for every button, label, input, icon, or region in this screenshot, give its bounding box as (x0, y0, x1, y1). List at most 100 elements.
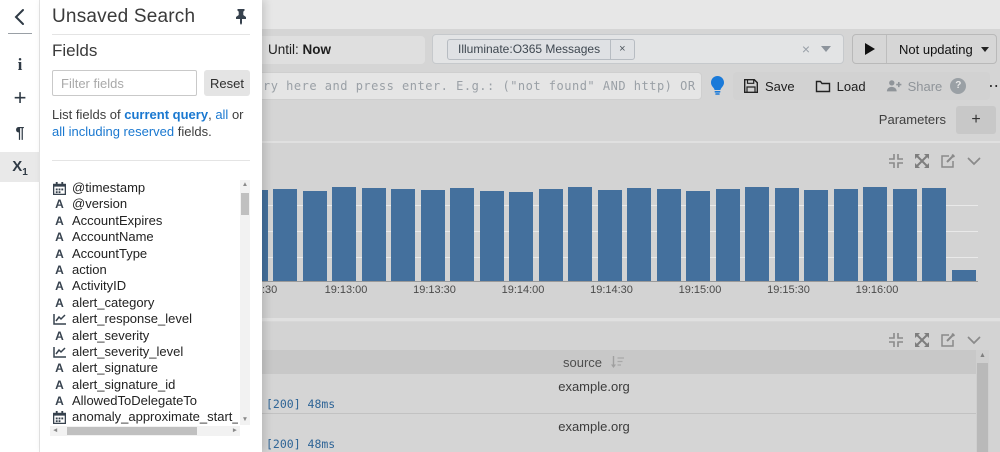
divider (52, 160, 250, 161)
histogram-bar[interactable] (421, 190, 445, 281)
sidebar-item-create[interactable]: + (0, 84, 40, 114)
all-fields-link[interactable]: all (215, 107, 228, 122)
all-reserved-link[interactable]: all including reserved (52, 124, 174, 139)
histogram-bar[interactable] (627, 188, 651, 281)
message-row[interactable]: example.org[200] 48ms (246, 374, 976, 414)
histogram-bar[interactable] (598, 190, 622, 281)
compress-icon[interactable] (888, 153, 904, 169)
field-item[interactable]: AAccountType (52, 246, 238, 262)
message-row[interactable]: example.org[200] 48ms (246, 414, 976, 452)
table-scrollbar[interactable]: ▲ (976, 350, 989, 452)
field-item[interactable]: AAllowedToDelegateTo (52, 393, 238, 409)
histogram-bar[interactable] (804, 190, 828, 281)
field-item[interactable]: Aalert_category (52, 295, 238, 311)
streams-select[interactable]: Illuminate:O365 Messages × × (432, 34, 844, 64)
histogram-bar[interactable] (450, 188, 474, 281)
more-options-button[interactable]: ⋯ (976, 76, 1000, 96)
field-name: AccountName (72, 229, 154, 245)
field-item[interactable]: Aaction (52, 262, 238, 278)
histogram-bar[interactable] (480, 191, 504, 281)
histogram-bar[interactable] (834, 189, 858, 281)
scrollbar-thumb[interactable] (241, 193, 249, 215)
x-axis-tick: 19:15:00 (679, 284, 722, 296)
histogram-bar[interactable] (745, 187, 769, 281)
histogram-bar[interactable] (775, 188, 799, 281)
field-item[interactable]: AAccountExpires (52, 213, 238, 229)
histogram-bar[interactable] (922, 188, 946, 281)
histogram-bar[interactable] (568, 187, 592, 281)
histogram-bar[interactable] (657, 189, 681, 281)
collapse-chevron-icon[interactable] (966, 153, 982, 169)
share-button[interactable]: Share ? (876, 72, 977, 100)
remove-stream-button[interactable]: × (610, 40, 633, 59)
parameters-label: Parameters (846, 112, 946, 127)
sidebar-item-formatting[interactable]: ¶ (0, 119, 40, 149)
histogram-bar[interactable] (539, 189, 563, 281)
field-item[interactable]: AAccountName (52, 229, 238, 245)
refresh-status-label[interactable]: Not updating (899, 42, 973, 57)
collapse-chevron-icon[interactable] (966, 332, 982, 348)
field-name: alert_signature (72, 360, 158, 376)
histogram-bar[interactable] (303, 191, 327, 281)
field-item[interactable]: Aalert_signature (52, 360, 238, 376)
collapse-sidebar-button[interactable] (10, 7, 30, 32)
field-list-scrollbar[interactable]: ▲ ▼ (240, 180, 250, 425)
field-item[interactable]: @timestamp (52, 180, 238, 196)
edit-icon[interactable] (940, 332, 956, 348)
scroll-left-icon[interactable]: ◄ (52, 426, 58, 436)
scroll-up-icon[interactable]: ▲ (240, 180, 250, 190)
scrollbar-thumb[interactable] (977, 363, 988, 452)
timerange-picker[interactable]: Until: Now (246, 36, 425, 64)
sidebar-item-fields[interactable]: X1 (0, 152, 40, 182)
sidebar-item-description[interactable]: i (0, 50, 40, 80)
histogram-bar[interactable] (332, 187, 356, 281)
play-button[interactable] (853, 35, 887, 63)
expand-arrows-icon[interactable] (914, 332, 930, 348)
field-item[interactable]: Aalert_signature_id (52, 377, 238, 393)
clear-streams-icon[interactable]: × (802, 41, 810, 57)
x-axis-tick: 19:13:00 (325, 284, 368, 296)
histogram-bar[interactable] (391, 189, 415, 281)
string-field-icon: A (52, 262, 67, 278)
field-item[interactable]: AActivityID (52, 278, 238, 294)
histogram-bar[interactable] (362, 188, 386, 281)
pin-icon[interactable] (234, 9, 248, 30)
histogram-bar[interactable] (509, 192, 533, 281)
scroll-right-icon[interactable]: ► (232, 426, 238, 436)
filter-fields-input[interactable] (52, 70, 197, 96)
add-parameter-button[interactable]: + (956, 106, 996, 134)
field-item[interactable]: Aalert_severity (52, 328, 238, 344)
field-item[interactable]: alert_response_level (52, 311, 238, 327)
table-body: example.org[200] 48msexample.org[200] 48… (246, 374, 976, 452)
field-item[interactable]: A@version (52, 196, 238, 212)
field-item[interactable]: anomaly_approximate_start_t (52, 409, 238, 425)
save-button[interactable]: Save (733, 72, 805, 100)
string-field-icon: A (52, 360, 67, 376)
calendar-icon (52, 182, 67, 195)
histogram-bar[interactable] (273, 189, 297, 281)
scroll-up-icon[interactable]: ▲ (976, 350, 989, 362)
field-list-hscrollbar[interactable]: ◄ ► (50, 426, 240, 436)
scrollbar-thumb[interactable] (67, 427, 197, 435)
scroll-down-icon[interactable]: ▼ (240, 415, 250, 425)
histogram-bar[interactable] (716, 189, 740, 281)
load-button[interactable]: Load (805, 72, 876, 100)
search-query-input[interactable] (246, 72, 702, 100)
fields-glyph: X (12, 158, 22, 175)
string-field-icon: A (52, 328, 67, 344)
histogram-bar[interactable] (686, 191, 710, 281)
compress-icon[interactable] (888, 332, 904, 348)
field-item[interactable]: alert_severity_level (52, 344, 238, 360)
help-icon[interactable]: ? (950, 78, 966, 94)
chevron-down-icon[interactable] (821, 46, 831, 52)
reset-button[interactable]: Reset (204, 70, 250, 96)
column-header-source[interactable]: source (344, 350, 844, 374)
histogram-bar[interactable] (952, 270, 976, 281)
current-query-link[interactable]: current query (124, 107, 208, 122)
expand-arrows-icon[interactable] (914, 153, 930, 169)
histogram-bar[interactable] (863, 187, 887, 281)
histogram-bar[interactable] (893, 189, 917, 281)
edit-icon[interactable] (940, 153, 956, 169)
string-field-icon: A (52, 393, 67, 409)
lightbulb-icon[interactable] (709, 76, 726, 101)
